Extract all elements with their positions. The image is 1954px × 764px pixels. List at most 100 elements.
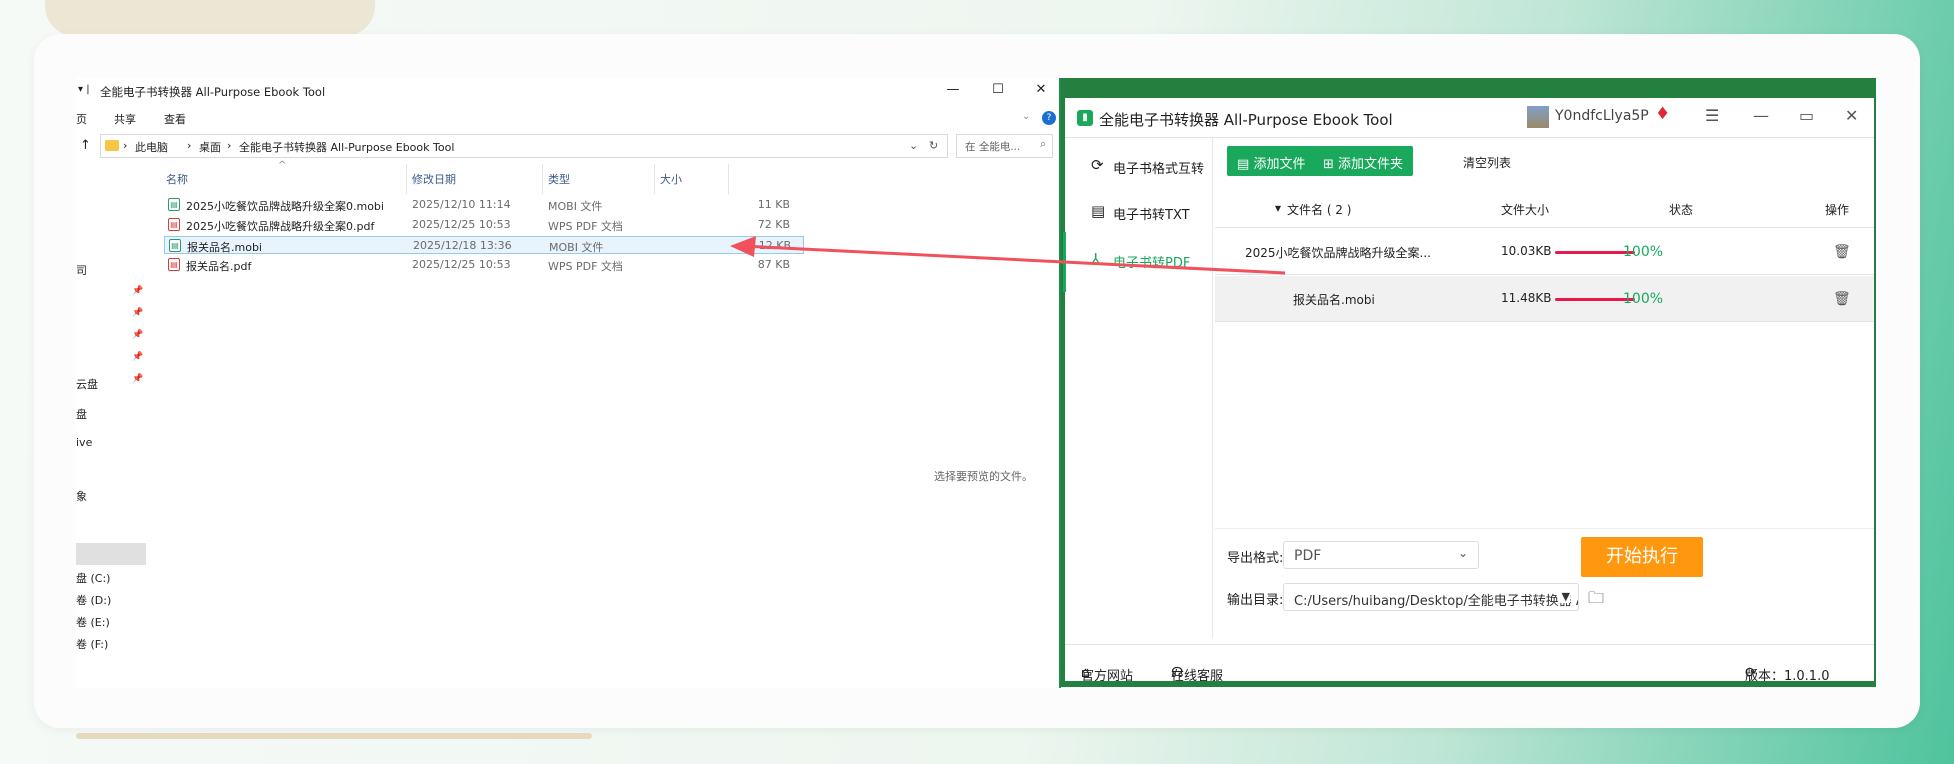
- pin-icon: 📌: [132, 374, 144, 384]
- progress-percent: 100%: [1623, 291, 1664, 307]
- breadcrumb-folder[interactable]: 全能电子书转换器 All-Purpose Ebook Tool: [239, 139, 454, 155]
- export-format-select[interactable]: PDF ⌄: [1283, 541, 1479, 569]
- avatar[interactable]: [1527, 106, 1549, 128]
- add-file-button[interactable]: ▤ 添加文件: [1227, 146, 1316, 176]
- add-file-icon: ▤: [1237, 157, 1250, 172]
- file-type: MOBI 文件: [549, 241, 604, 254]
- nav-drive-d[interactable]: 卷 (D:): [76, 592, 111, 608]
- file-row[interactable]: ▤ 2025小吃餐饮品牌战略升级全案0.mobi 2025/12/10 11:1…: [164, 196, 804, 214]
- trash-icon[interactable]: 🗑: [1833, 244, 1851, 260]
- file-row[interactable]: ▤ 报关品名.pdf 2025/12/25 10:53 WPS PDF 文档 8…: [164, 256, 804, 274]
- output-dir-select[interactable]: C:/Users/huibang/Desktop/全能电子书转换器 All-Pu…: [1283, 583, 1579, 611]
- header-filename[interactable]: 文件名 ( 2 ): [1287, 201, 1351, 218]
- maximize-button[interactable]: ▭: [1799, 106, 1814, 125]
- support-label: 在线客服: [1171, 669, 1224, 684]
- minimize-button[interactable]: —: [1753, 106, 1769, 125]
- username[interactable]: Y0ndfcLlya5P: [1555, 108, 1649, 124]
- version-label: 版本：1.0.1.0: [1745, 669, 1830, 684]
- ribbon-tabs: 页 共享 查看 ⌄ ?: [76, 108, 1061, 130]
- search-icon: ⌕: [1040, 138, 1046, 150]
- file-date: 2025/12/18 13:36: [413, 239, 512, 252]
- table-row-selected[interactable]: 报关品名.mobi 11.48KB 100% 🗑: [1215, 276, 1874, 322]
- file-type: WPS PDF 文档: [548, 220, 623, 233]
- maximize-button[interactable]: ☐: [983, 82, 1013, 102]
- file-size: 72 KB: [757, 218, 790, 231]
- sidebar-item-to-txt[interactable]: ▤ 电子书转TXT: [1065, 194, 1213, 230]
- file-table-header: ▾ 文件名 ( 2 ) 文件大小 状态 操作: [1215, 190, 1874, 228]
- row-filesize: 11.48KB: [1501, 291, 1552, 305]
- column-name[interactable]: 名称: [166, 171, 188, 187]
- trash-icon[interactable]: 🗑: [1833, 291, 1851, 307]
- file-date: 2025/12/25 10:53: [412, 218, 511, 231]
- ribbon-expand-icon[interactable]: ⌄: [1022, 111, 1030, 122]
- converter-toolbar: ▤ 添加文件 ⊞ 添加文件夹 清空列表: [1213, 138, 1874, 182]
- address-dropdown-icon[interactable]: ⌄: [909, 139, 918, 152]
- ribbon-tab-page[interactable]: 页: [76, 111, 87, 127]
- column-separator[interactable]: [542, 164, 543, 194]
- ribbon-tab-view[interactable]: 查看: [164, 111, 186, 127]
- close-button[interactable]: ✕: [1026, 82, 1056, 102]
- nav-drive-c[interactable]: 盘 (C:): [76, 570, 110, 586]
- close-button[interactable]: ✕: [1845, 106, 1858, 125]
- vip-diamond-icon[interactable]: ♦: [1655, 104, 1670, 124]
- file-date: 2025/12/10 11:14: [412, 198, 511, 211]
- breadcrumb-desktop[interactable]: 桌面: [199, 139, 221, 155]
- header-filesize: 文件大小: [1501, 203, 1550, 217]
- search-box[interactable]: 在 全能电... ⌕: [956, 134, 1053, 158]
- minimize-button[interactable]: —: [938, 82, 968, 102]
- pdf-icon: ▤: [168, 218, 180, 231]
- add-folder-label: 添加文件夹: [1338, 157, 1404, 172]
- sort-down-icon[interactable]: ▾: [1275, 201, 1281, 215]
- file-name: 报关品名.mobi: [187, 241, 262, 254]
- start-button[interactable]: 开始执行: [1581, 537, 1703, 577]
- add-folder-button[interactable]: ⊞ 添加文件夹: [1313, 146, 1414, 176]
- clear-list-button[interactable]: 清空列表: [1463, 154, 1511, 171]
- nav-drive-f[interactable]: 卷 (F:): [76, 636, 108, 652]
- column-separator[interactable]: [654, 164, 655, 194]
- nav-item[interactable]: 云盘: [76, 376, 98, 392]
- file-explorer-window: ▾ | 全能电子书转换器 All-Purpose Ebook Tool — ☐ …: [76, 78, 1061, 688]
- quick-access-toolbar[interactable]: ▾ |: [78, 84, 90, 95]
- pdf-icon: ▤: [168, 258, 180, 271]
- app-title: 全能电子书转换器 All-Purpose Ebook Tool: [1099, 111, 1393, 129]
- column-size[interactable]: 大小: [660, 171, 682, 187]
- address-bar-row: ↑ › 此电脑 › 桌面 › 全能电子书转换器 All-Purpose Eboo…: [76, 134, 1061, 160]
- column-date[interactable]: 修改日期: [412, 171, 456, 187]
- nav-item[interactable]: 司: [76, 262, 87, 278]
- sidebar-item-label: 电子书转TXT: [1113, 208, 1190, 223]
- table-row[interactable]: 2025小吃餐饮品牌战略升级全案... 10.03KB 100% 🗑: [1215, 229, 1874, 275]
- address-bar[interactable]: › 此电脑 › 桌面 › 全能电子书转换器 All-Purpose Ebook …: [100, 134, 948, 158]
- header-action: 操作: [1825, 203, 1850, 217]
- sidebar-item-label: 电子书转PDF: [1113, 256, 1191, 271]
- nav-item[interactable]: ive: [76, 436, 92, 449]
- column-type[interactable]: 类型: [548, 171, 570, 187]
- nav-selected-item[interactable]: [76, 543, 146, 565]
- sidebar-item-to-pdf[interactable]: ⅄ 电子书转PDF: [1063, 232, 1213, 292]
- file-date: 2025/12/25 10:53: [412, 258, 511, 271]
- up-arrow-icon[interactable]: ↑: [80, 138, 91, 153]
- breadcrumb-this-pc[interactable]: 此电脑: [135, 139, 168, 155]
- sidebar-item-label: 电子书格式互转: [1113, 162, 1205, 177]
- breadcrumb-separator: ›: [227, 139, 232, 152]
- file-row[interactable]: ▤ 2025小吃餐饮品牌战略升级全案0.pdf 2025/12/25 10:53…: [164, 216, 804, 234]
- nav-item[interactable]: 象: [76, 488, 87, 504]
- nav-item[interactable]: 盘: [76, 406, 87, 422]
- sidebar-item-format-convert[interactable]: ⟳ 电子书格式互转: [1065, 148, 1213, 184]
- column-separator[interactable]: [406, 164, 407, 194]
- search-placeholder: 在 全能电...: [965, 141, 1021, 153]
- file-size: 11 KB: [757, 198, 790, 211]
- column-separator[interactable]: [728, 164, 729, 194]
- background-blob: [45, 0, 375, 36]
- ribbon-tab-share[interactable]: 共享: [114, 111, 136, 127]
- row-filename: 2025小吃餐饮品牌战略升级全案...: [1245, 246, 1431, 260]
- menu-icon[interactable]: ☰: [1705, 106, 1719, 125]
- export-settings-panel: 导出格式: PDF ⌄ 输出目录: C:/Users/huibang/Deskt…: [1215, 528, 1874, 638]
- pin-icon: 📌: [132, 308, 144, 318]
- nav-drive-e[interactable]: 卷 (E:): [76, 614, 110, 630]
- file-row-selected[interactable]: ▤ 报关品名.mobi 2025/12/18 13:36 MOBI 文件 12 …: [164, 236, 804, 254]
- refresh-icon[interactable]: ↻: [929, 139, 938, 152]
- converter-titlebar: ▮ 全能电子书转换器 All-Purpose Ebook Tool Y0ndfc…: [1065, 98, 1874, 138]
- help-icon[interactable]: ?: [1042, 111, 1056, 125]
- open-folder-icon[interactable]: 🗀: [1588, 587, 1604, 614]
- file-name: 报关品名.pdf: [186, 260, 252, 273]
